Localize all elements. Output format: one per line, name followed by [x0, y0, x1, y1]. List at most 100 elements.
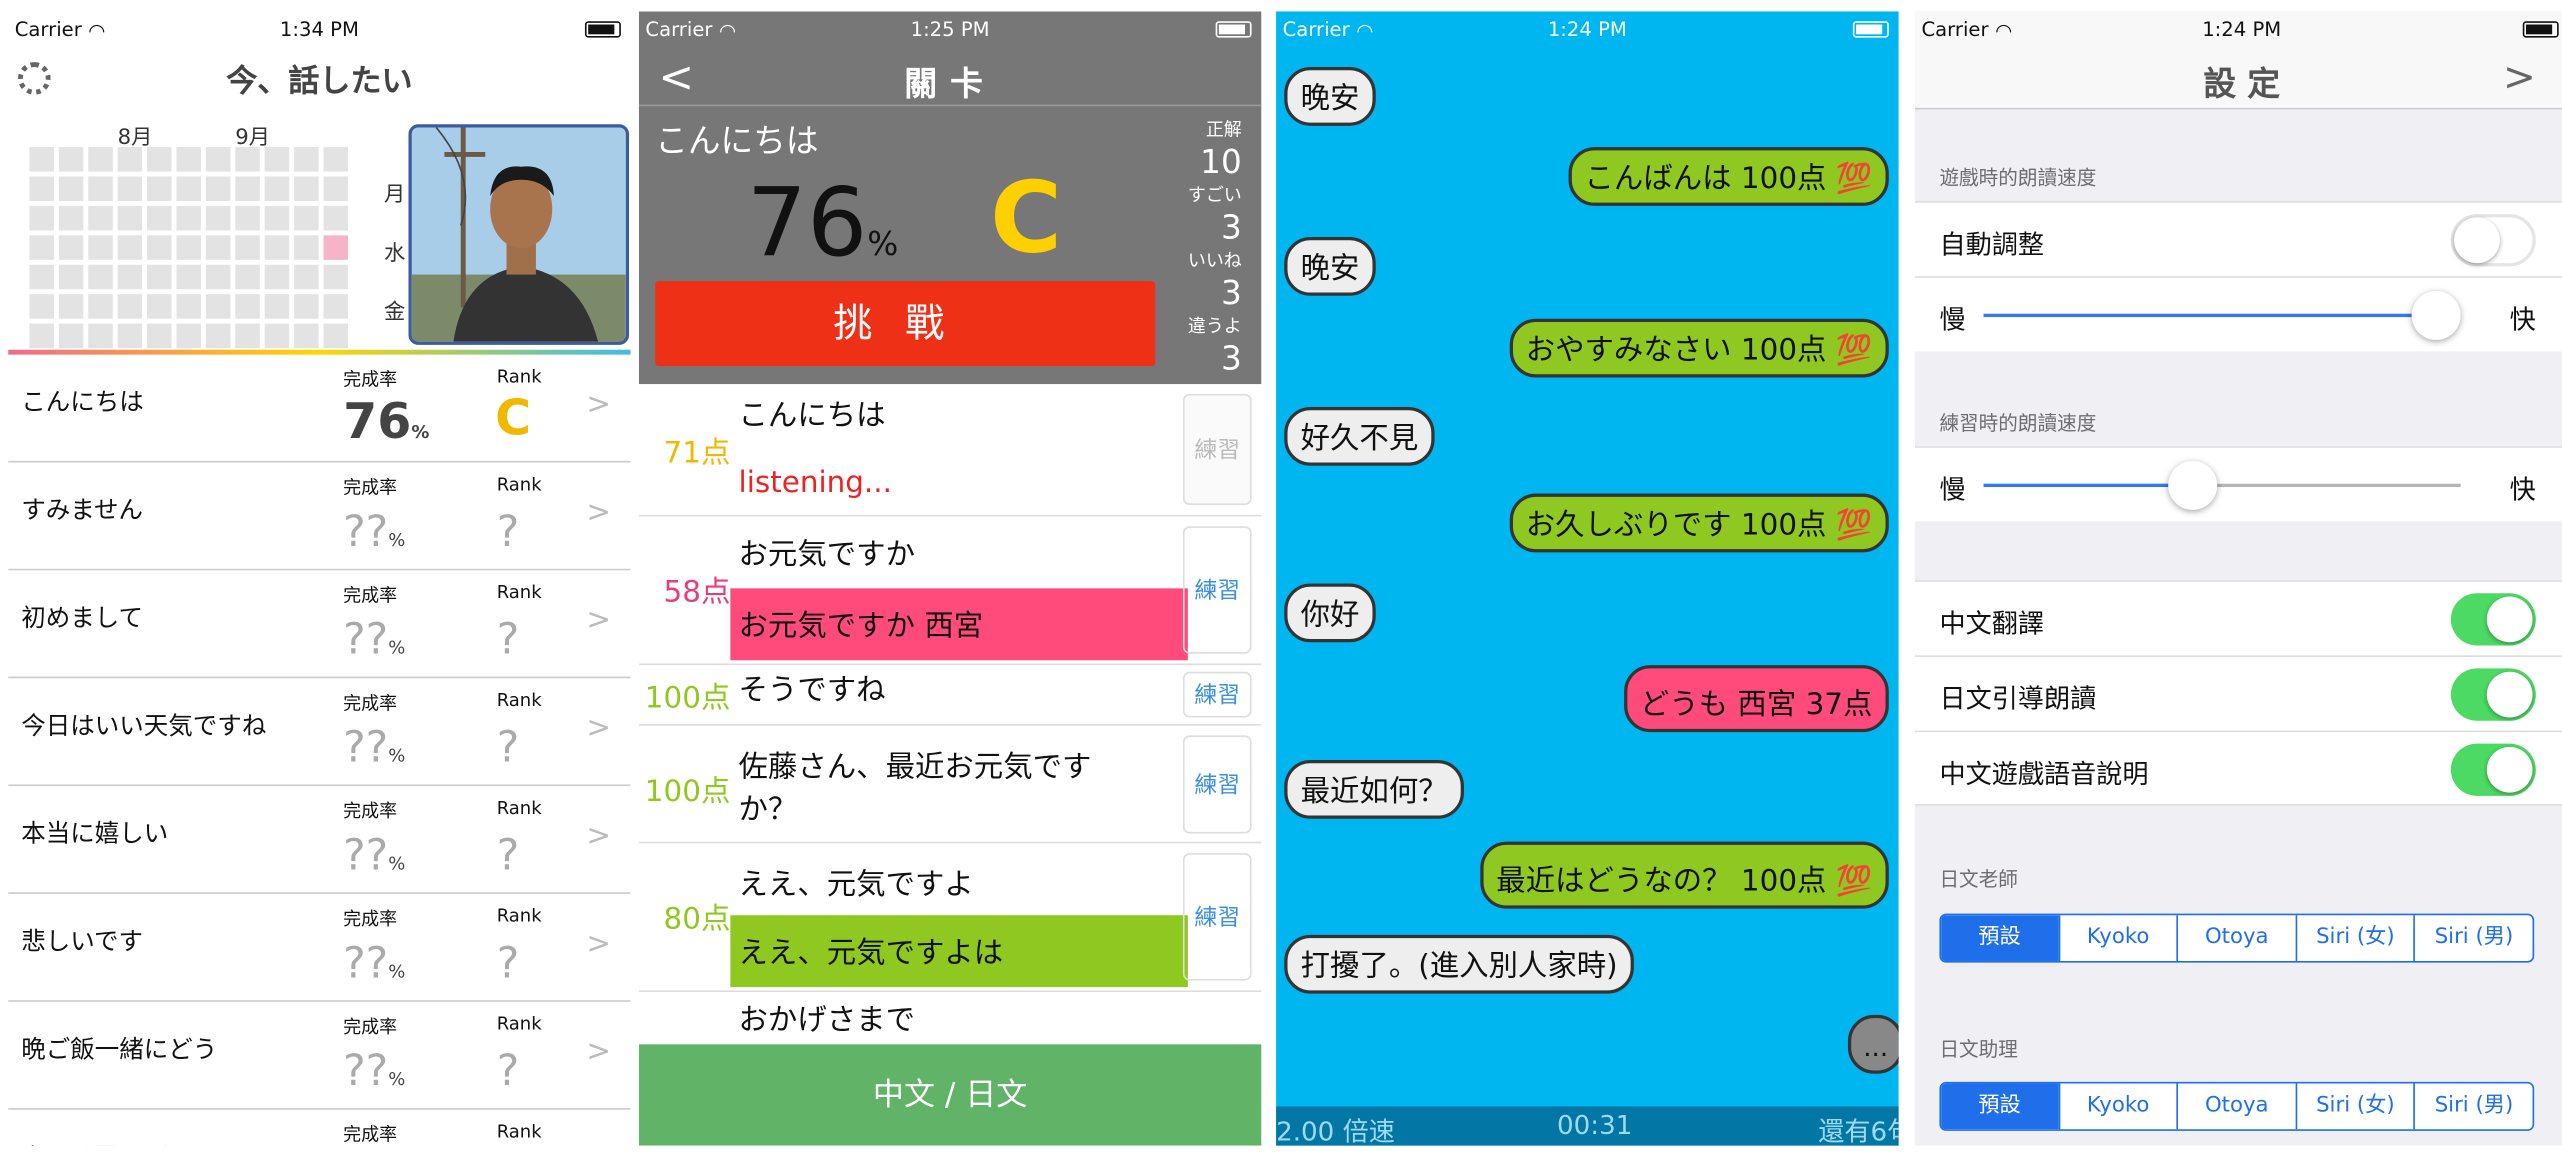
phrase-label: 上野公園はどこですか？	[21, 1139, 290, 1145]
calendar-cell	[235, 205, 260, 231]
calendar-cell	[29, 147, 54, 172]
calendar-cell	[117, 176, 143, 202]
calendar-cell	[117, 205, 143, 231]
calendar-cell	[264, 176, 290, 202]
game-status-bar: 2.00 倍速 00:31 還有6句	[1276, 1106, 1899, 1146]
rate-value: 76%	[343, 393, 430, 452]
rank-value: ?	[496, 1047, 520, 1097]
chevron-right-icon: >	[586, 387, 612, 422]
row-sentence: おかげさまで	[738, 1003, 915, 1038]
list-item[interactable]: 晩ご飯一緒にどう 完成率 Rank??%? >	[8, 1002, 631, 1110]
calendar-cell	[88, 176, 113, 202]
practice-row[interactable]: 71点 こんにちは listening... 練習	[638, 384, 1262, 517]
status-bar: Carrier ◠ 1:24 PM	[1276, 11, 1899, 47]
segment-option[interactable]: Siri (男)	[2413, 915, 2533, 961]
rank-header: Rank	[496, 366, 542, 388]
translation-toggle[interactable]	[2450, 593, 2536, 646]
status-time: 1:24 PM	[2202, 17, 2282, 41]
row-sentence: 佐藤さん、最近お元気です	[738, 750, 1092, 785]
calendar-cell	[117, 264, 143, 290]
calendar-cell	[88, 205, 113, 231]
activity-calendar	[29, 147, 349, 349]
list-item[interactable]: 本当に嬉しい 完成率 Rank??%? >	[8, 786, 631, 894]
chevron-right-icon: >	[586, 495, 612, 530]
guide-reading-toggle[interactable]	[2450, 668, 2536, 721]
calendar-cell	[294, 176, 319, 202]
practice-row[interactable]: 58点 お元気ですか お元気ですか 西宮 練習	[638, 516, 1262, 666]
list-item[interactable]: 今日はいい天気ですね 完成率 Rank??%? >	[8, 678, 631, 787]
segment-option[interactable]: 預設	[1941, 1083, 2059, 1130]
segment-option[interactable]: Otoya	[2176, 915, 2296, 961]
slider-thumb[interactable]	[2168, 460, 2218, 510]
practice-button[interactable]: 練習	[1182, 853, 1252, 981]
list-item[interactable]: 上野公園はどこですか？ 完成率 Rank	[8, 1110, 631, 1146]
phrase-title: こんにちは	[655, 120, 819, 161]
practice-row[interactable]: おかげさまで	[639, 992, 1262, 1044]
game-speed-slider[interactable]	[1983, 290, 2462, 340]
month-label: 9月	[235, 125, 271, 151]
status-bar: Carrier ◠ 1:34 PM	[8, 11, 631, 47]
segment-option[interactable]: Kyoko	[2058, 1083, 2177, 1130]
row-sentence-line2: か？	[738, 792, 798, 827]
list-item[interactable]: こんにちは 完成率 Rank 76% C >	[8, 355, 631, 463]
segment-option[interactable]: Siri (女)	[2295, 915, 2414, 961]
translation-cell: 中文翻譯	[1914, 580, 2562, 656]
practice-speed-slider[interactable]	[1983, 460, 2461, 510]
segment-option[interactable]: 預設	[1941, 915, 2059, 961]
practice-button[interactable]: 練習	[1182, 393, 1252, 505]
segment-option[interactable]: Kyoko	[2058, 915, 2177, 961]
teacher-voice-segment[interactable]: 預設 Kyoko Otoya Siri (女) Siri (男)	[1939, 913, 2535, 963]
calendar-cell	[88, 235, 113, 260]
practice-button[interactable]: 練習	[1182, 735, 1252, 834]
list-item[interactable]: すみません 完成率 Rank??%? >	[8, 463, 631, 571]
auto-adjust-toggle[interactable]	[2450, 214, 2536, 267]
calendar-cell	[88, 294, 113, 319]
voice-explain-toggle[interactable]	[2450, 743, 2536, 796]
person-photo-icon	[411, 127, 626, 342]
assistant-voice-segment[interactable]: 預設 Kyoko Otoya Siri (女) Siri (男)	[1939, 1081, 2535, 1131]
battery-icon	[584, 21, 621, 38]
calendar-cell	[147, 235, 172, 260]
calendar-cell	[147, 147, 172, 172]
rate-header: 完成率	[343, 908, 398, 930]
chevron-right-icon: >	[586, 1034, 612, 1069]
answer-bubble: おやすみなさい 100点 💯	[1509, 318, 1889, 378]
stat-value: 3	[1220, 338, 1242, 378]
list-item[interactable]: 悲しいです 完成率 Rank??%? >	[8, 894, 631, 1002]
rate-value: ??%	[343, 831, 406, 881]
segment-option[interactable]: Otoya	[2176, 1083, 2296, 1130]
practice-row[interactable]: 80点 ええ、元気ですよ ええ、元気ですよは 練習	[638, 843, 1262, 993]
percent-sign: %	[867, 223, 899, 264]
calendar-cell	[235, 323, 260, 349]
phrase-label: 本当に嬉しい	[21, 818, 169, 849]
practice-row[interactable]: 100点 佐藤さん、最近お元気です か？ 練習	[638, 726, 1262, 844]
stat-value: 3	[1220, 272, 1242, 313]
rank-header: Rank	[496, 1013, 542, 1035]
segment-option[interactable]: Siri (男)	[2413, 1083, 2533, 1130]
segment-option[interactable]: Siri (女)	[2295, 1083, 2414, 1130]
challenge-button[interactable]: 挑戰	[655, 281, 1156, 367]
practice-row[interactable]: 100点 そうですね 練習	[638, 665, 1262, 726]
calendar-cell	[58, 176, 84, 202]
practice-button[interactable]: 練習	[1182, 671, 1252, 718]
language-toggle-button[interactable]: 中文 / 日文	[638, 1044, 1262, 1146]
calendar-cell	[147, 294, 172, 319]
list-item[interactable]: 初めまして 完成率 Rank??%? >	[8, 570, 631, 679]
prompt-bubble: 打擾了。(進入別人家時)	[1284, 934, 1634, 994]
fast-label: 快	[2509, 303, 2536, 336]
calendar-cell	[176, 264, 201, 290]
battery-icon	[2522, 21, 2559, 38]
section-header: 日文老師	[1939, 867, 2018, 891]
practice-button[interactable]: 練習	[1182, 526, 1252, 654]
calendar-cell	[205, 264, 231, 290]
calendar-cell	[117, 147, 143, 172]
slider-thumb[interactable]	[2412, 290, 2462, 340]
profile-photo[interactable]	[408, 124, 630, 345]
calendar-cell	[323, 147, 349, 172]
chevron-right-icon[interactable]: >	[2503, 54, 2536, 100]
prompt-bubble: 好久不見	[1284, 406, 1435, 466]
calendar-cell	[58, 294, 84, 319]
status-time: 1:24 PM	[1547, 17, 1627, 41]
status-bar: Carrier ◠ 1:25 PM	[639, 11, 1262, 47]
rate-header: 完成率	[343, 585, 398, 607]
